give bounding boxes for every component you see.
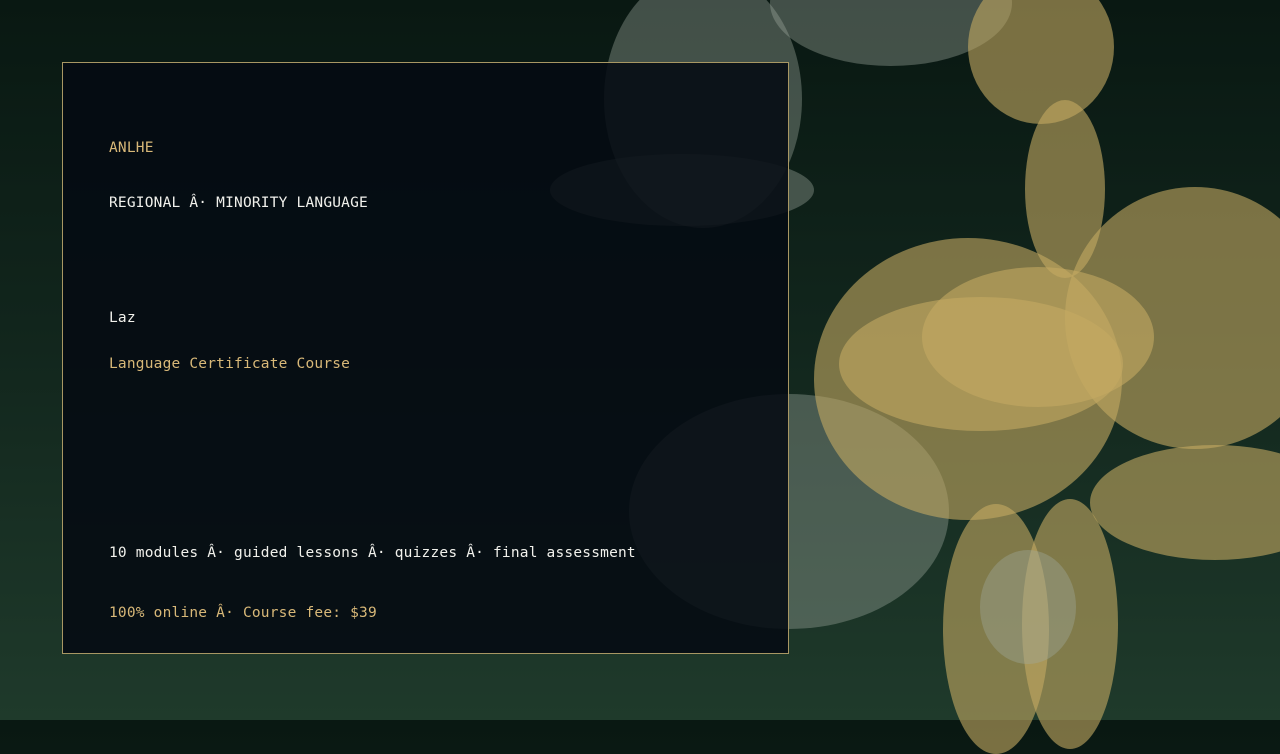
course-title: Language Certificate Course (109, 356, 351, 372)
decorative-blob (922, 267, 1154, 407)
course-details: 10 modules Â· guided lessons Â· quizzes … (109, 545, 636, 561)
decorative-blob (980, 550, 1076, 664)
language-name: Laz (109, 310, 136, 326)
decorative-blob (1090, 445, 1280, 560)
pricing-info: 100% online Â· Course fee: $39 (109, 605, 377, 621)
decorative-blob (968, 0, 1114, 124)
course-card: ANLHE REGIONAL Â· MINORITY LANGUAGE Laz … (62, 62, 789, 654)
brand-label: ANLHE (109, 140, 154, 156)
category-label: REGIONAL Â· MINORITY LANGUAGE (109, 195, 368, 211)
